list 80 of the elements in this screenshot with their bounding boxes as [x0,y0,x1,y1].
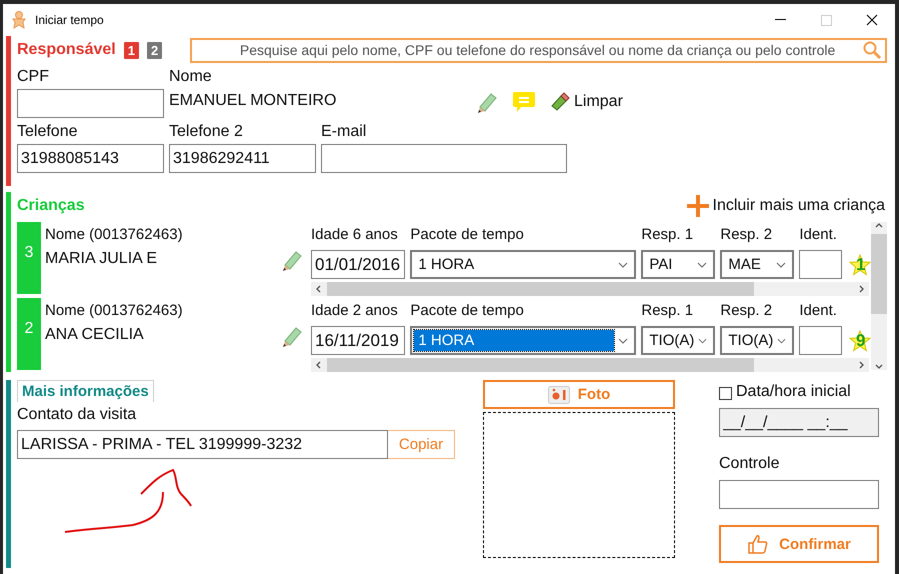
ident-field[interactable] [799,250,842,279]
checkbox-label: Data/hora inicial [736,382,851,402]
package-select[interactable]: 1 HORA [410,326,636,355]
window-title: Iniciar tempo [35,13,104,27]
control-field[interactable] [719,480,879,509]
package-select[interactable]: 1 HORA [410,250,636,279]
name-value: EMANUEL MONTEIRO [169,91,338,111]
app-icon [11,11,27,29]
field-label: Contato da visita [17,406,138,425]
camera-icon [548,386,570,404]
resp-select[interactable]: TIO(A) [720,326,794,355]
star-icon [849,254,872,276]
resp-select[interactable]: PAI [641,250,716,279]
minimize-icon[interactable] [774,19,786,21]
scroll-left-icon[interactable] [315,285,323,293]
scroll-right-icon[interactable] [857,285,865,293]
email-field[interactable] [321,144,567,173]
field-label: Telefone [17,123,78,142]
caret-icon [618,262,628,268]
child-number: 2 [17,298,41,370]
field-label: Pacote de tempo [410,226,525,245]
field-label: Resp. 2 [720,226,774,245]
field-label: Resp. 1 [641,226,694,245]
phone-field[interactable]: 31986292411 [169,144,316,173]
pencil-icon[interactable] [476,90,498,112]
field-label: Nome (0013762463) [45,226,184,245]
vertical-scrollbar[interactable] [871,222,887,370]
birth-date-field[interactable]: 16/11/2019 [311,326,406,355]
scroll-left-icon[interactable] [315,361,323,369]
clear-button[interactable]: Limpar [550,92,623,112]
resp-select[interactable]: MAE [720,250,794,279]
caret-icon [698,338,708,344]
resp-select[interactable]: TIO(A) [641,326,716,355]
plus-icon [686,195,708,217]
star-number: 1 [856,255,866,275]
caret-icon [777,338,786,344]
cpf-field[interactable] [17,89,164,118]
close-icon[interactable] [866,14,878,26]
child-name: MARIA JULIA E [45,250,158,269]
age-label: Idade 2 anos [311,302,399,321]
number-tab[interactable]: 1 [124,42,139,58]
child-name: ANA CECILIA [45,326,145,345]
scroll-down-icon[interactable] [875,362,883,370]
field-label: E-mail [321,123,368,142]
field-label: Telefone 2 [169,123,244,142]
number-tab[interactable]: 2 [146,42,162,58]
field-label: CPF [17,68,50,87]
section-title: Responsável [17,41,116,59]
field-label: Controle [719,455,780,474]
section-title: Crianças [17,197,85,215]
scroll-right-icon[interactable] [857,361,865,369]
field-label: Ident. [799,302,838,321]
phone-field[interactable]: 31988085143 [17,144,164,173]
search-field[interactable]: Pesquise aqui pelo nome, CPF ou telefone do responsável ou nome da criança ou pelo controle [190,38,887,62]
star-icon [849,330,872,352]
star-number: 9 [856,331,866,351]
pencil-icon[interactable] [281,325,303,347]
caret-icon [618,338,628,344]
caret-icon [776,262,786,268]
scroll-up-icon[interactable] [875,222,883,230]
eraser-icon [550,92,570,112]
field-label: Resp. 2 [720,302,774,321]
field-label: Ident. [799,226,838,245]
field-label: Nome (0013762463) [45,302,184,321]
caret-icon [697,262,708,268]
age-label: Idade 6 anos [311,226,399,245]
field-label: Resp. 1 [641,302,694,321]
contact-field[interactable]: LARISSA - PRIMA - TEL 3199999-3232 [17,430,388,459]
info-tab[interactable]: Mais informações [17,380,154,402]
child-number: 3 [17,222,41,294]
field-label: Pacote de tempo [410,302,525,321]
horizontal-scrollbar[interactable] [311,282,869,296]
field-label: Nome [169,68,213,87]
ident-field[interactable] [799,326,842,355]
thumbs-up-icon [747,533,770,555]
pencil-icon[interactable] [281,249,303,271]
horizontal-scrollbar[interactable] [311,358,869,372]
add-child-button[interactable]: Incluir mais uma criança [686,195,885,217]
birth-date-field[interactable]: 01/01/2016 [311,250,406,279]
checkbox[interactable] [719,386,732,400]
